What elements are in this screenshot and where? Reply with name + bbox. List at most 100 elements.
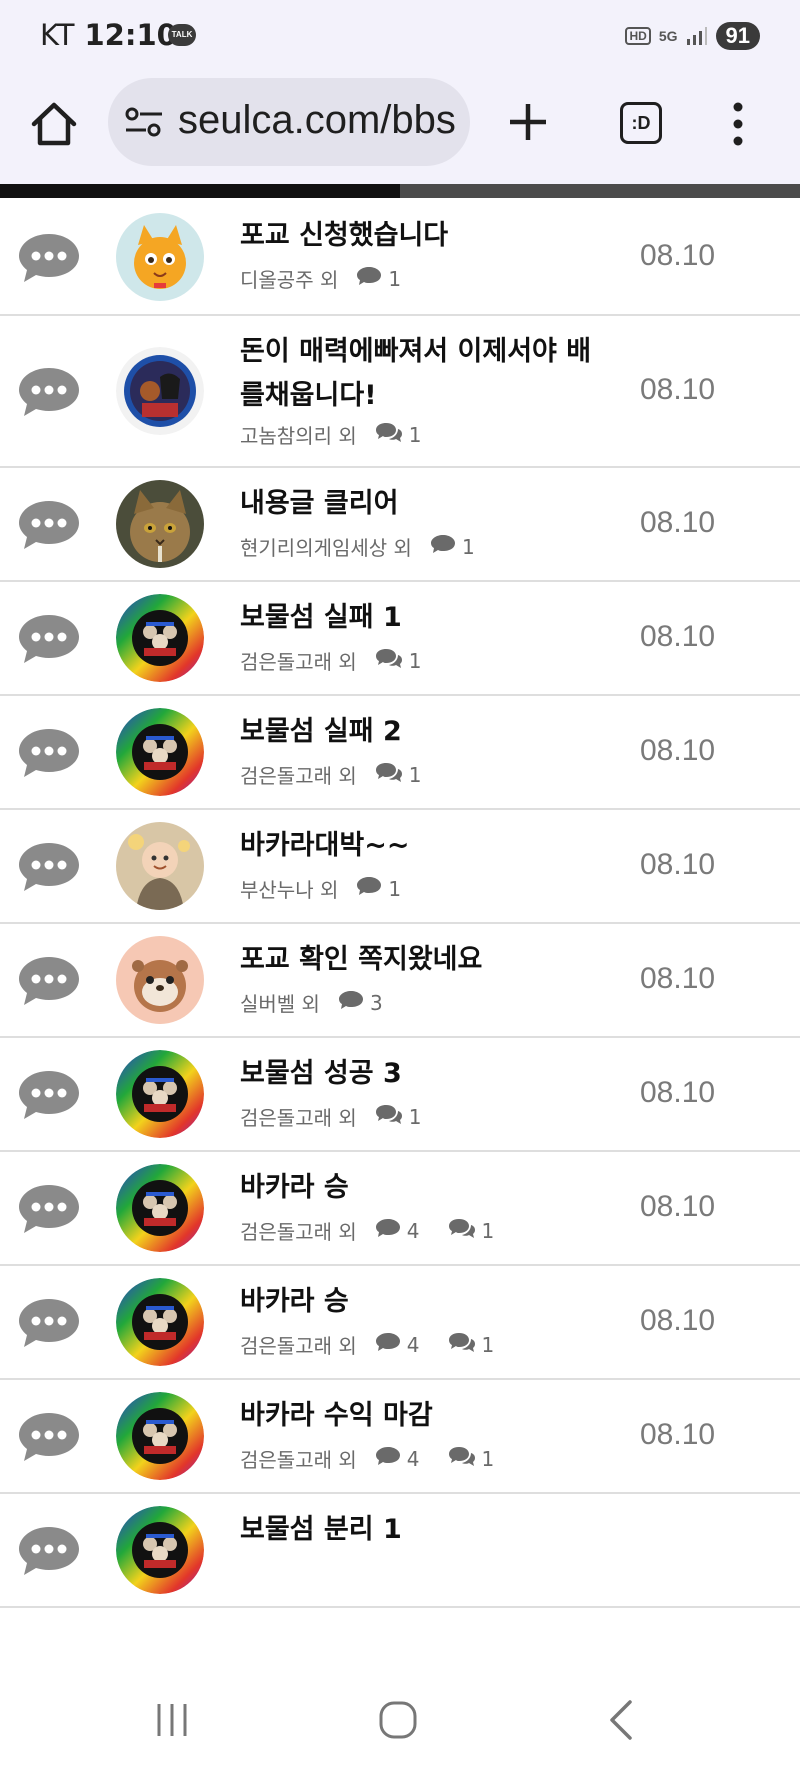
list-item[interactable]: 포교 확인 쪽지왔네요실버벨 외 3 08.10 [0,924,800,1038]
replies-icon [448,1331,482,1358]
post-meta: 디올공주 외 1 [240,264,429,293]
reply-count: 1 [448,1445,494,1472]
post-meta: 검은돌고래 외 1 [240,1102,450,1131]
replies-icon [448,1217,482,1244]
progress-fill [0,184,400,198]
avatar [116,1050,204,1138]
site-settings-icon[interactable] [124,106,164,138]
avatar [116,1392,204,1480]
replies-icon [448,1445,482,1472]
comment-icon [375,1331,407,1358]
address-bar[interactable]: seulca.com/bbs [108,78,470,166]
post-author: 검은돌고래 외 [240,650,357,674]
post-title[interactable]: 바카라 승 [240,1166,600,1210]
more-menu-icon[interactable] [730,100,746,148]
comment-count: 1 [356,265,401,292]
reply-count-value: 1 [408,422,422,447]
comment-bubble-icon [16,1067,82,1121]
comment-bubble-icon [16,611,82,665]
5g-network-icon: 5G [658,28,678,44]
list-item[interactable]: 바카라 수익 마감 검은돌고래 외 4 1 08.10 [0,1380,800,1494]
list-item[interactable]: 보물섬 분리 1 [0,1494,800,1608]
post-title[interactable]: 보물섬 분리 1 [240,1508,600,1552]
comment-count: 4 [375,1331,420,1358]
list-item[interactable]: 보물섬 실패 2 검은돌고래 외 1 08.10 [0,696,800,810]
home-nav-icon[interactable] [378,1700,418,1740]
post-date: 08.10 [640,239,716,272]
comment-bubble-icon [16,1523,82,1577]
carrier-name: KT [40,18,75,52]
post-author: 부산누나 외 [240,878,339,902]
comment-count-value: 4 [406,1218,420,1243]
comment-icon [356,875,388,902]
kakaotalk-notification-icon: TALK [168,24,196,46]
list-item[interactable]: 바카라 승검은돌고래 외 4 1 08.10 [0,1152,800,1266]
comment-count: 1 [356,875,401,902]
post-title[interactable]: 바카라 수익 마감 [240,1394,600,1438]
tab-switcher-button[interactable]: :D [620,102,662,144]
list-item[interactable]: 바카라대박~~ 부산누나 외 1 08.10 [0,810,800,924]
post-meta: 검은돌고래 외 4 1 [240,1330,522,1359]
new-tab-icon[interactable] [506,100,550,144]
avatar [116,1506,204,1594]
comment-bubble-icon [16,1409,82,1463]
post-title[interactable]: 포교 신청했습니다 [240,214,600,258]
post-meta: 고놈참의리 외 1 [240,420,450,449]
post-title[interactable]: 보물섬 실패 2 [240,710,600,754]
post-title[interactable]: 보물섬 성공 3 [240,1052,600,1096]
post-date: 08.10 [640,506,716,539]
url-text[interactable]: seulca.com/bbs [178,98,456,143]
reply-count: 1 [375,647,422,674]
list-item[interactable]: 돈이 매력에빠져서 이제서야 배를채웁니다! 고놈참의리 외 1 08.10 [0,316,800,468]
battery-indicator: 91 [715,22,760,50]
comment-bubble-icon [16,497,82,551]
page-load-progress [0,184,800,198]
clock: 12:10 [84,18,177,52]
post-meta: 실버벨 외 3 [240,988,411,1017]
comment-bubble-icon [16,1181,82,1235]
comment-count-value: 4 [406,1332,420,1357]
avatar [116,936,204,1024]
post-author: 검은돌고래 외 [240,1448,357,1472]
progress-track [400,184,800,198]
list-item[interactable]: 바카라 승 검은돌고래 외 4 1 08.10 [0,1266,800,1380]
post-author: 검은돌고래 외 [240,1106,357,1130]
back-icon[interactable] [604,1698,640,1742]
post-meta: 검은돌고래 외 1 [240,760,450,789]
recent-apps-icon[interactable] [152,1700,192,1740]
post-list: 포교 신청했습니다디올공주 외 1 08.10 돈이 매력에빠져서 이제서야 배를채웁… [0,200,800,1670]
list-item[interactable]: 보물섬 실패 1 검은돌고래 외 1 08.10 [0,582,800,696]
post-date: 08.10 [640,962,716,995]
system-nav-bar [0,1670,800,1778]
comment-icon [375,1217,407,1244]
status-icons: HD 5G 91 [625,20,760,52]
replies-icon [375,647,409,674]
list-item[interactable]: 보물섬 성공 3 검은돌고래 외 1 08.10 [0,1038,800,1152]
status-left: KT 12:10 [40,18,177,52]
post-meta: 현기리의게임세상 외 1 [240,532,503,561]
comment-count-value: 4 [406,1446,420,1471]
list-item[interactable]: 포교 신청했습니다디올공주 외 1 08.10 [0,200,800,316]
comment-count: 4 [375,1445,420,1472]
comment-icon [338,989,370,1016]
reply-count-value: 1 [481,1332,495,1357]
comment-count: 3 [338,989,383,1016]
post-title[interactable]: 바카라 승 [240,1280,600,1324]
avatar [116,822,204,910]
post-title[interactable]: 보물섬 실패 1 [240,596,600,640]
post-title[interactable]: 내용글 클리어 [240,482,600,526]
post-title[interactable]: 포교 확인 쪽지왔네요 [240,938,600,982]
post-author: 디올공주 외 [240,268,339,292]
comment-count-value: 3 [369,990,383,1015]
post-date: 08.10 [640,1190,716,1223]
reply-count: 1 [375,761,422,788]
comment-bubble-icon [16,953,82,1007]
replies-icon [375,761,409,788]
post-author: 실버벨 외 [240,992,320,1016]
list-item[interactable]: 내용글 클리어현기리의게임세상 외 1 08.10 [0,468,800,582]
post-author: 검은돌고래 외 [240,764,357,788]
post-title[interactable]: 바카라대박~~ [240,824,600,868]
post-meta: 검은돌고래 외 4 1 [240,1216,522,1245]
home-icon[interactable] [28,98,80,150]
post-title[interactable]: 돈이 매력에빠져서 이제서야 배를채웁니다! [240,330,600,418]
